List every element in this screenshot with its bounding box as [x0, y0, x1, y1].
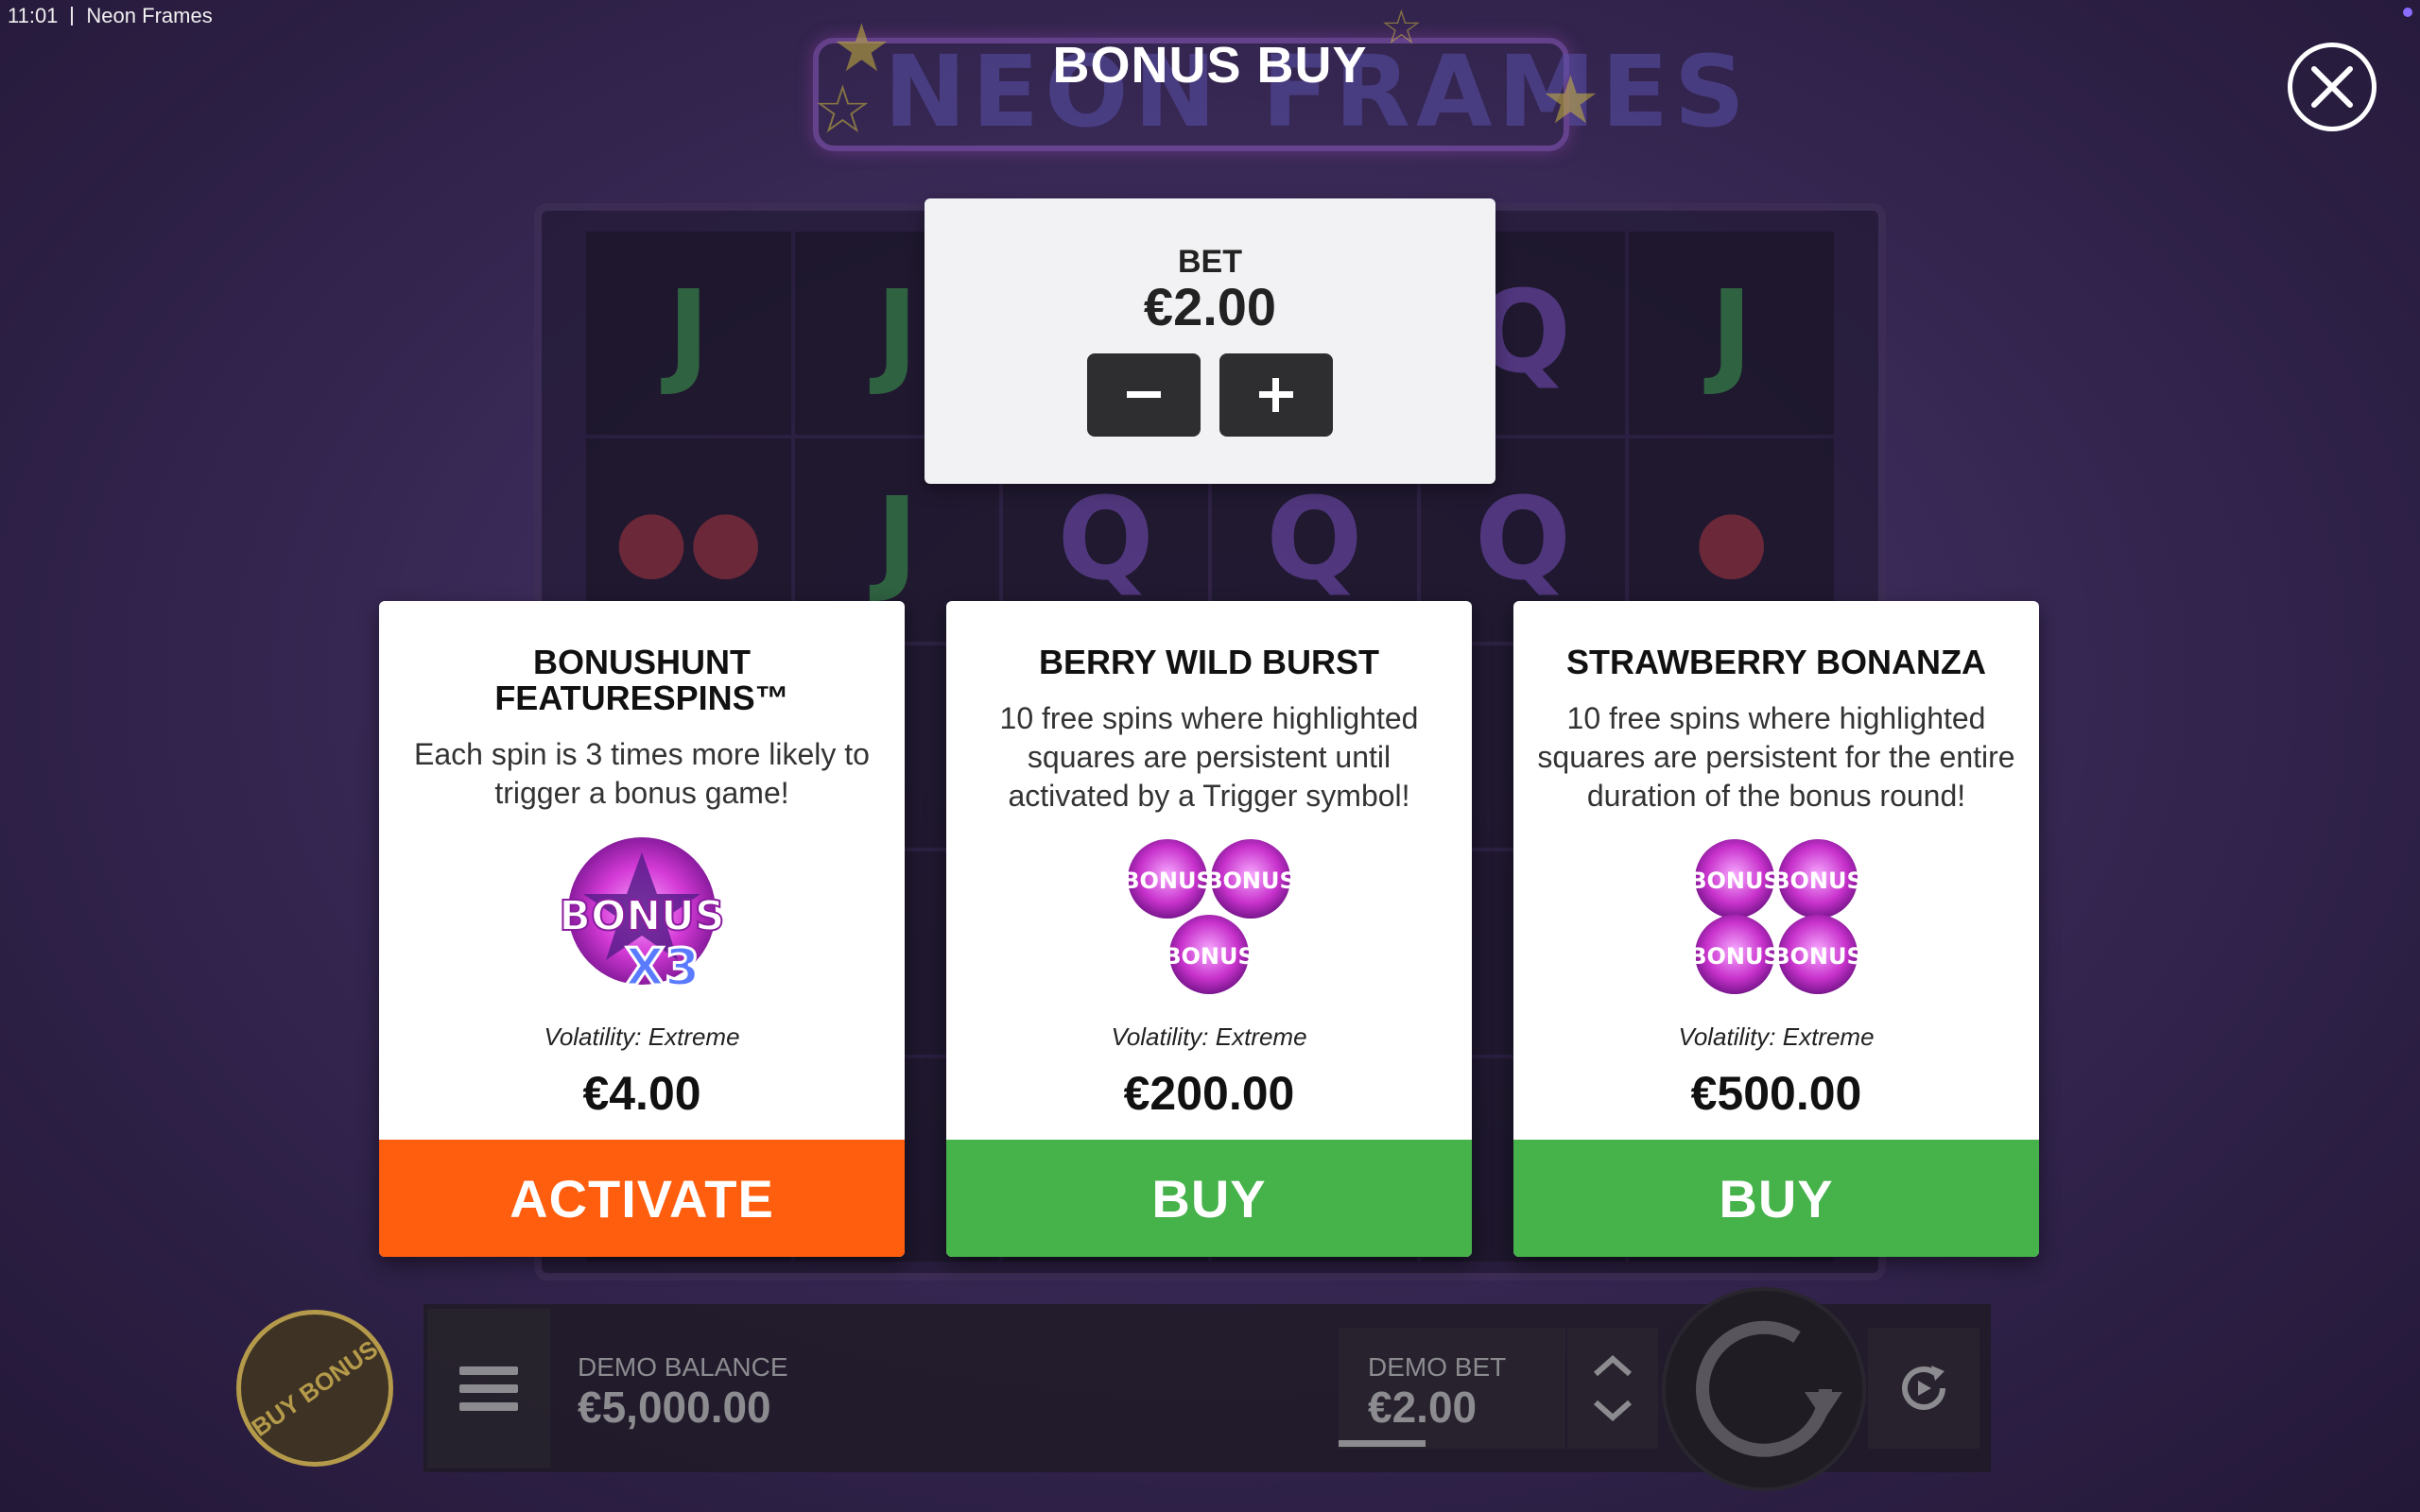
reel-symbol-j: J — [1629, 232, 1834, 435]
svg-text:BONUS: BONUS — [1772, 868, 1863, 894]
app-name: Neon Frames — [86, 4, 213, 27]
menu-button[interactable] — [427, 1309, 550, 1468]
reel-symbol-j: J — [586, 232, 791, 435]
hamburger-icon — [459, 1366, 518, 1375]
buy-button[interactable]: BUY — [1513, 1140, 2039, 1257]
chevron-up-icon[interactable] — [1592, 1353, 1634, 1378]
svg-text:BONUS: BONUS — [1205, 868, 1296, 894]
balance-value: €5,000.00 — [578, 1383, 771, 1432]
price-label: €500.00 — [1690, 1067, 1862, 1120]
system-status-bar: 11:01 Neon Frames — [0, 0, 2420, 32]
hamburger-icon — [459, 1383, 518, 1393]
page-title: BONUS BUY — [1052, 37, 1368, 94]
svg-text:BONUS: BONUS — [559, 892, 724, 940]
bonus-option-card: STRAWBERRY BONANZA 10 free spins where h… — [1513, 601, 2039, 1257]
close-button[interactable] — [2288, 43, 2377, 131]
svg-text:BONUS: BONUS — [1689, 943, 1780, 970]
separator — [71, 7, 74, 26]
card-description: 10 free spins where highlighted squares … — [1537, 701, 2015, 813]
plus-icon — [1259, 378, 1293, 412]
increase-bet-button[interactable] — [1219, 353, 1333, 437]
buy-bonus-label: BUY BONUS — [246, 1334, 384, 1442]
bet-level-indicator — [1339, 1440, 1426, 1447]
activate-button[interactable]: ACTIVATE — [379, 1140, 905, 1257]
status-dot-icon — [2403, 8, 2412, 17]
card-description: Each spin is 3 times more likely to trig… — [414, 737, 870, 810]
hamburger-icon — [459, 1401, 518, 1411]
bonus-option-card: BERRY WILD BURST 10 free spins where hig… — [946, 601, 1472, 1257]
bonus-coins-icon: BONUS BONUS BONUS — [1122, 839, 1296, 994]
decrease-bet-button[interactable] — [1087, 353, 1201, 437]
bet-stepper[interactable] — [1567, 1328, 1658, 1449]
volatility-label: Volatility: Extreme — [544, 1022, 740, 1051]
autoplay-button[interactable] — [1868, 1328, 1979, 1449]
chevron-down-icon[interactable] — [1592, 1399, 1634, 1423]
close-icon — [2311, 66, 2353, 108]
autoplay-icon — [1902, 1366, 1945, 1410]
bet-value: €2.00 — [1143, 277, 1277, 336]
demo-bet-label: DEMO BET — [1368, 1352, 1507, 1382]
card-title: BERRY WILD BURST — [1039, 643, 1379, 681]
svg-text:X3: X3 — [625, 937, 700, 996]
card-description: 10 free spins where highlighted squares … — [999, 701, 1419, 813]
buy-bonus-button[interactable]: BUY BONUS — [236, 1310, 393, 1467]
svg-text:BONUS: BONUS — [1772, 943, 1863, 970]
bonus-x3-icon: BONUS X3 — [558, 837, 726, 996]
volatility-label: Volatility: Extreme — [1678, 1022, 1875, 1051]
svg-text:BONUS: BONUS — [1164, 943, 1254, 970]
spin-button[interactable] — [1662, 1287, 1866, 1491]
price-label: €200.00 — [1123, 1067, 1295, 1120]
bonus-coins-icon: BONUS BONUS BONUS BONUS — [1689, 839, 1863, 994]
bonus-option-card: BONUSHUNT FEATURESPINS™ Each spin is 3 t… — [379, 601, 905, 1257]
card-title: STRAWBERRY BONANZA — [1565, 643, 1986, 681]
buy-button[interactable]: BUY — [946, 1140, 1472, 1257]
price-label: €4.00 — [582, 1067, 701, 1120]
balance-label: DEMO BALANCE — [578, 1352, 788, 1382]
demo-bet-value: €2.00 — [1368, 1383, 1478, 1432]
minus-icon — [1127, 391, 1161, 398]
spin-icon — [1696, 1320, 1842, 1457]
card-title: BONUSHUNT FEATURESPINS™ — [494, 643, 789, 717]
bet-panel: BET €2.00 — [925, 198, 1495, 484]
svg-text:BONUS: BONUS — [1122, 868, 1213, 894]
svg-text:BONUS: BONUS — [1689, 868, 1780, 894]
volatility-label: Volatility: Extreme — [1111, 1022, 1307, 1051]
clock: 11:01 — [8, 4, 59, 27]
